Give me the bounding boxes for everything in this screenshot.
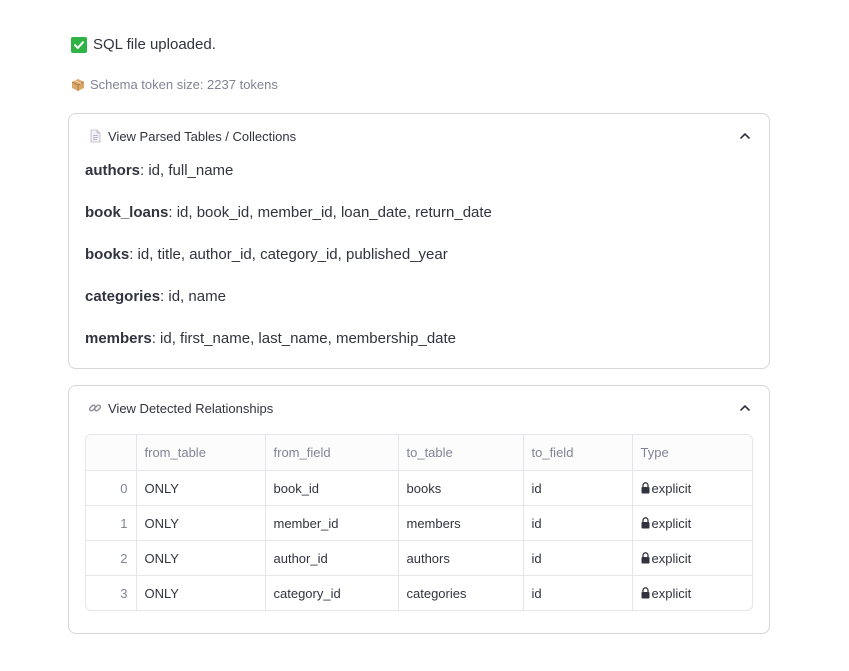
relationships-table[interactable]: from_table from_field to_table to_field … [85,434,753,611]
token-size-text: Schema token size: 2237 tokens [90,77,278,92]
to-field-cell[interactable]: id [523,540,633,576]
list-item: members: id, first_name, last_name, memb… [85,330,753,372]
from-table-cell[interactable]: ONLY [136,505,266,541]
relationships-expander-title: View Detected Relationships [108,400,274,416]
table-name: authors [85,162,141,179]
token-size-status: Schema token size: 2237 tokens [71,77,278,92]
column-header[interactable]: Type [632,435,752,471]
relationships-expander-header[interactable]: View Detected Relationships [69,386,769,430]
table-name: categories [85,288,161,305]
document-icon [88,129,102,143]
to-table-cell[interactable]: authors [398,540,524,576]
from-field-cell[interactable]: category_id [265,575,399,610]
table-name: members [85,330,152,347]
type-cell[interactable]: explicit [632,576,752,611]
table-header-row: from_table from_field to_table to_field … [86,435,752,471]
parsed-tables-expander-header[interactable]: View Parsed Tables / Collections [69,114,769,158]
row-index: 3 [86,575,137,610]
type-label: explicit [651,515,692,531]
table-fields: : id, name [160,288,226,305]
from-table-cell[interactable]: ONLY [136,540,266,576]
relationships-expander: View Detected Relationships from_table f… [68,385,770,634]
type-cell[interactable]: explicit [632,470,752,506]
lock-icon [641,481,650,494]
column-header[interactable]: from_table [136,435,266,471]
row-index: 1 [86,505,137,541]
upload-status-text: SQL file uploaded. [93,36,216,53]
to-field-cell[interactable]: id [523,470,633,506]
from-table-cell[interactable]: ONLY [136,575,266,610]
column-header[interactable]: to_field [523,435,633,471]
table-name: book_loans [85,204,169,221]
to-table-cell[interactable]: members [398,505,524,541]
row-index: 0 [86,470,137,506]
from-field-cell[interactable]: book_id [265,470,399,506]
check-mark-icon [71,36,87,53]
table-row[interactable]: 3 ONLY category_id categories id explici… [86,575,752,611]
table-fields: : id, title, author_id, category_id, pub… [129,246,448,263]
link-icon [88,401,102,415]
type-cell[interactable]: explicit [632,540,752,576]
from-table-cell[interactable]: ONLY [136,470,266,506]
to-table-cell[interactable]: books [398,470,524,506]
list-item: book_loans: id, book_id, member_id, loan… [85,204,753,246]
column-header[interactable]: to_table [398,435,524,471]
type-label: explicit [651,550,692,566]
to-field-cell[interactable]: id [523,505,633,541]
list-item: categories: id, name [85,288,753,330]
table-row[interactable]: 2 ONLY author_id authors id explicit [86,540,752,576]
lock-icon [641,551,650,564]
lock-icon [641,586,650,599]
package-icon [71,78,85,92]
table-name: books [85,246,130,263]
parsed-tables-expander: View Parsed Tables / Collections authors… [68,113,770,369]
chevron-up-icon[interactable] [739,130,751,142]
to-table-cell[interactable]: categories [398,575,524,610]
from-field-cell[interactable]: author_id [265,540,399,576]
list-item: books: id, title, author_id, category_id… [85,246,753,288]
index-column-header[interactable] [86,435,137,471]
table-fields: : id, book_id, member_id, loan_date, ret… [168,204,492,221]
table-fields: : id, first_name, last_name, membership_… [151,330,457,347]
chevron-up-icon[interactable] [739,402,751,414]
table-fields: : id, full_name [140,162,234,179]
list-item: authors: id, full_name [85,162,753,204]
type-label: explicit [651,480,692,496]
table-row[interactable]: 0 ONLY book_id books id explicit [86,470,752,506]
column-header[interactable]: from_field [265,435,399,471]
type-cell[interactable]: explicit [632,505,752,541]
type-label: explicit [651,585,692,601]
table-row[interactable]: 1 ONLY member_id members id explicit [86,505,752,541]
parsed-tables-expander-title: View Parsed Tables / Collections [108,128,297,144]
upload-status: SQL file uploaded. [71,36,216,53]
parsed-tables-list: authors: id, full_name book_loans: id, b… [69,158,769,382]
lock-icon [641,516,650,529]
to-field-cell[interactable]: id [523,575,633,610]
row-index: 2 [86,540,137,576]
from-field-cell[interactable]: member_id [265,505,399,541]
